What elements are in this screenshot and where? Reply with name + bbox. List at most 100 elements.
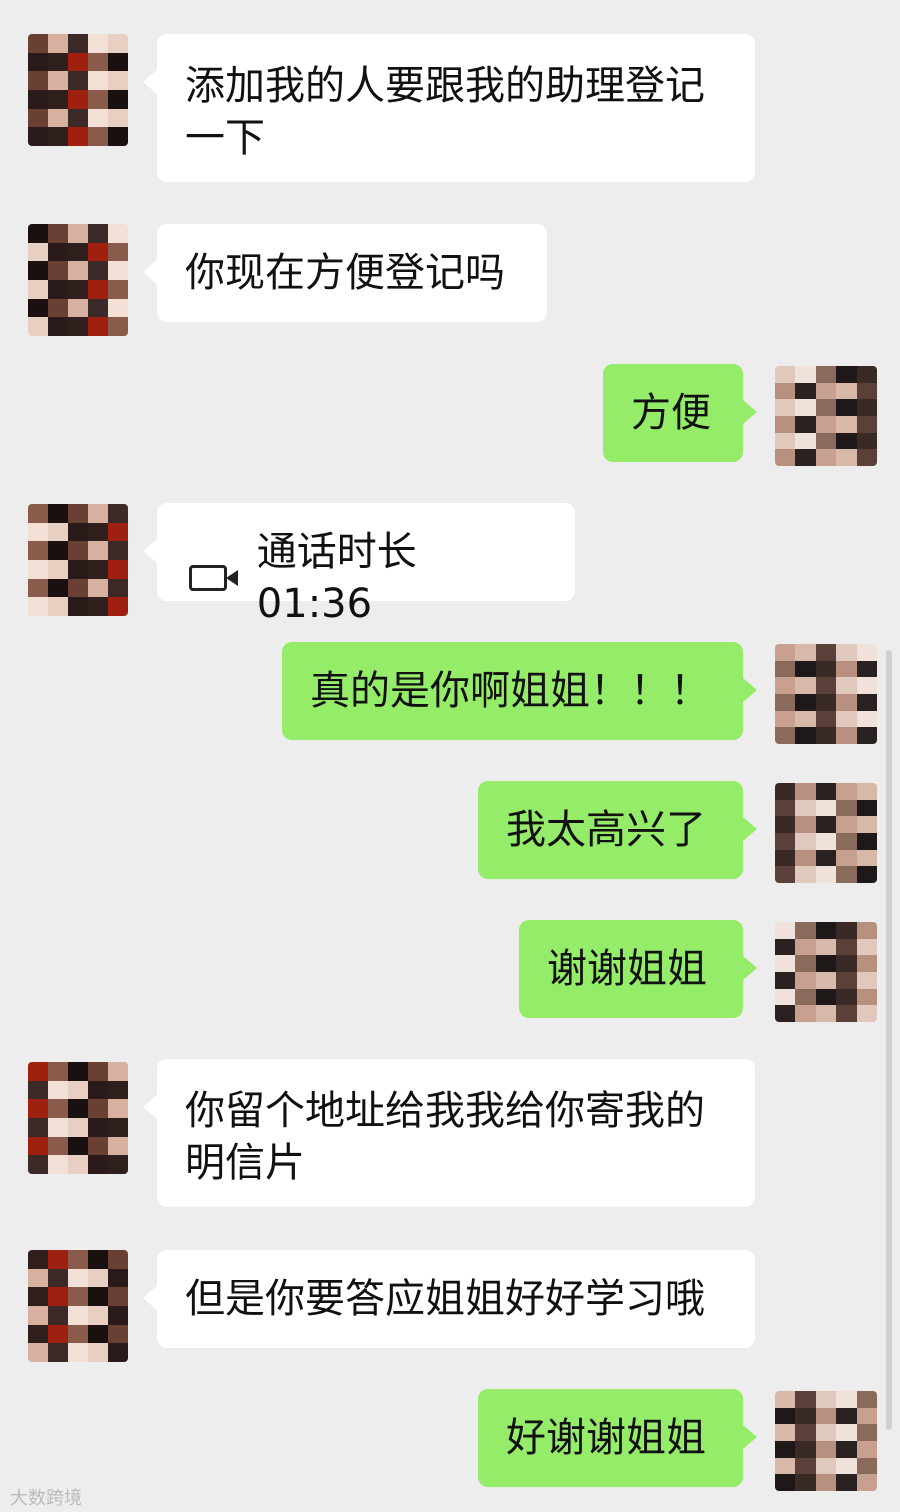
avatar-pixel	[815, 783, 837, 800]
avatar-pixel	[28, 522, 48, 542]
avatar-pixel	[775, 1407, 796, 1425]
avatar-pixel	[795, 849, 817, 867]
user-avatar[interactable]	[775, 644, 877, 744]
avatar-pixel	[108, 261, 128, 281]
avatar-pixel	[68, 52, 88, 72]
avatar-pixel	[775, 988, 796, 1006]
user-avatar[interactable]	[775, 922, 877, 1022]
avatar-pixel	[815, 833, 837, 850]
avatar-pixel	[88, 1080, 108, 1100]
avatar-pixel	[836, 449, 858, 466]
avatar-pixel	[48, 71, 68, 91]
message-bubble-incoming[interactable]: 但是你要答应姐姐好好学习哦	[143, 1250, 755, 1348]
avatar-pixel	[68, 34, 88, 53]
avatar-pixel	[856, 799, 877, 817]
avatar-pixel	[48, 1062, 68, 1081]
avatar-pixel	[28, 317, 48, 336]
avatar-pixel	[775, 972, 796, 989]
avatar-pixel	[48, 280, 68, 299]
avatar-pixel	[856, 1005, 877, 1022]
avatar-pixel	[88, 1250, 108, 1269]
avatar-pixel	[795, 816, 817, 834]
avatar-pixel	[815, 644, 837, 661]
avatar-pixel	[815, 1424, 837, 1442]
scrollbar[interactable]	[886, 650, 892, 1430]
avatar-pixel	[68, 522, 88, 542]
avatar-pixel	[775, 849, 796, 867]
message-bubble-outgoing[interactable]: 好谢谢姐姐	[478, 1389, 757, 1487]
avatar-pixel	[48, 1136, 68, 1156]
message-bubble-incoming[interactable]: 你留个地址给我我给你寄我的 明信片	[143, 1059, 755, 1207]
avatar-pixel	[775, 1005, 796, 1022]
message-text: 好谢谢姐姐	[506, 1415, 706, 1461]
avatar-pixel	[28, 1118, 48, 1137]
avatar-pixel	[795, 1457, 817, 1475]
message-bubble-outgoing[interactable]: 真的是你啊姐姐！！！	[282, 642, 757, 740]
avatar-pixel	[836, 866, 858, 883]
avatar-pixel	[68, 127, 88, 146]
avatar-pixel	[795, 727, 817, 744]
user-avatar[interactable]	[775, 783, 877, 883]
avatar-pixel	[28, 261, 48, 281]
avatar-pixel	[88, 1062, 108, 1081]
avatar-pixel	[795, 449, 817, 466]
contact-avatar[interactable]	[28, 34, 128, 146]
avatar-pixel	[28, 108, 48, 128]
contact-avatar[interactable]	[28, 504, 128, 616]
avatar-pixel	[48, 261, 68, 281]
contact-avatar[interactable]	[28, 224, 128, 336]
avatar-pixel	[775, 866, 796, 883]
avatar-pixel	[775, 816, 796, 834]
avatar-pixel	[48, 1306, 68, 1325]
avatar-pixel	[836, 922, 858, 939]
avatar-pixel	[836, 366, 858, 383]
message-bubble-outgoing[interactable]: 我太高兴了	[478, 781, 757, 879]
avatar-pixel	[48, 1155, 68, 1174]
avatar-pixel	[28, 71, 48, 91]
avatar-pixel	[28, 1268, 48, 1288]
avatar-pixel	[68, 1062, 88, 1081]
avatar-pixel	[815, 416, 837, 433]
avatar-pixel	[815, 1407, 837, 1425]
message-bubble-outgoing[interactable]: 方便	[603, 364, 757, 462]
avatar-pixel	[68, 1268, 88, 1288]
avatar-pixel	[48, 522, 68, 542]
avatar-pixel	[775, 644, 796, 661]
avatar-pixel	[88, 1155, 108, 1174]
avatar-pixel	[795, 382, 817, 400]
avatar-pixel	[108, 1250, 128, 1269]
avatar-pixel	[68, 1306, 88, 1325]
avatar-pixel	[48, 1250, 68, 1269]
avatar-pixel	[775, 1391, 796, 1408]
avatar-pixel	[775, 1424, 796, 1442]
avatar-pixel	[815, 988, 837, 1006]
contact-avatar[interactable]	[28, 1250, 128, 1362]
avatar-pixel	[856, 1457, 877, 1475]
avatar-pixel	[815, 382, 837, 400]
avatar-pixel	[28, 127, 48, 146]
avatar-pixel	[836, 432, 858, 450]
contact-avatar[interactable]	[28, 1062, 128, 1174]
avatar-pixel	[836, 1005, 858, 1022]
message-text: 你留个地址给我我给你寄我的 明信片	[185, 1088, 705, 1186]
message-bubble-incoming[interactable]: 添加我的人要跟我的助理登记 一下	[143, 34, 755, 182]
avatar-pixel	[815, 955, 837, 973]
avatar-pixel	[28, 52, 48, 72]
avatar-pixel	[836, 1407, 858, 1425]
avatar-pixel	[28, 1080, 48, 1100]
message-bubble-outgoing[interactable]: 谢谢姐姐	[519, 920, 757, 1018]
avatar-pixel	[68, 1118, 88, 1137]
call-record-bubble[interactable]: 通话时长 01:36	[143, 503, 575, 627]
avatar-pixel	[68, 1155, 88, 1174]
avatar-pixel	[88, 522, 108, 542]
avatar-pixel	[815, 1474, 837, 1491]
avatar-pixel	[815, 938, 837, 956]
avatar-pixel	[108, 597, 128, 616]
chat-view: 添加我的人要跟我的助理登记 一下 你现在方便登记吗 方便 通话时长 01:36 …	[0, 0, 900, 1512]
avatar-pixel	[815, 710, 837, 728]
message-bubble-incoming[interactable]: 你现在方便登记吗	[143, 224, 547, 322]
avatar-pixel	[795, 922, 817, 939]
user-avatar[interactable]	[775, 366, 877, 466]
avatar-pixel	[815, 972, 837, 989]
user-avatar[interactable]	[775, 1391, 877, 1491]
